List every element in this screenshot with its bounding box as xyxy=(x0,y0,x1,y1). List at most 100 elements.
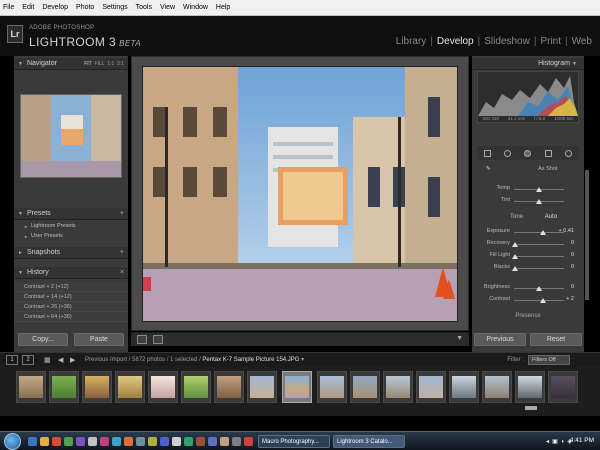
toolbar-menu-icon[interactable]: ▼ xyxy=(456,335,463,342)
eyedropper-icon[interactable]: ✎ xyxy=(486,166,491,172)
app-icon[interactable] xyxy=(196,437,205,446)
filmstrip-thumb[interactable] xyxy=(449,371,479,403)
before-after-icon[interactable] xyxy=(153,335,163,344)
filmstrip-thumb[interactable] xyxy=(16,371,46,403)
window-1-button[interactable]: 1 xyxy=(6,355,18,365)
module-slideshow[interactable]: Slideshow xyxy=(484,36,530,47)
back-arrow-icon[interactable]: ◀ xyxy=(58,356,63,364)
filmstrip-thumb[interactable] xyxy=(383,371,413,403)
app-icon[interactable] xyxy=(220,437,229,446)
list-item[interactable]: ► User Presets xyxy=(14,231,128,241)
app-icon[interactable] xyxy=(88,437,97,446)
collapse-triangle-icon[interactable]: ▼ xyxy=(572,61,577,67)
app-icon[interactable] xyxy=(64,437,73,446)
right-scrollbar[interactable] xyxy=(585,170,589,300)
taskbar-task-lightroom[interactable]: Lightroom 3 Catalo... xyxy=(333,435,405,448)
reset-button[interactable]: Reset xyxy=(530,333,582,346)
filmstrip-thumb[interactable] xyxy=(148,371,178,403)
menu-edit[interactable]: Edit xyxy=(22,4,34,11)
slider-exposure[interactable]: Exposure + 0.41 xyxy=(478,226,578,238)
slider-value[interactable]: + 2 xyxy=(566,296,574,302)
start-button[interactable] xyxy=(4,433,21,450)
collapse-triangle-icon[interactable]: ▼ xyxy=(18,270,23,276)
slider-knob[interactable] xyxy=(536,187,542,192)
history-item[interactable]: Contrast + 64 (+38) xyxy=(14,312,128,322)
slider-brightness[interactable]: Brightness 0 xyxy=(478,282,578,294)
volume-icon[interactable]: ◖ xyxy=(561,439,565,445)
white-balance-selector[interactable]: ✎ As Shot xyxy=(486,166,578,172)
slider-temp[interactable]: Temp xyxy=(478,183,578,195)
zoom-fill[interactable]: FILL xyxy=(95,61,105,67)
slider-blacks[interactable]: Blacks 0 xyxy=(478,262,578,274)
module-print[interactable]: Print xyxy=(540,36,561,47)
app-icon[interactable] xyxy=(100,437,109,446)
app-icon[interactable] xyxy=(112,437,121,446)
wb-preset[interactable]: As Shot xyxy=(538,166,557,172)
slider-track[interactable] xyxy=(514,232,564,233)
app-icon[interactable] xyxy=(136,437,145,446)
filmstrip-thumb[interactable] xyxy=(82,371,112,403)
slider-value[interactable]: 0 xyxy=(571,264,574,270)
menu-photo[interactable]: Photo xyxy=(76,4,94,11)
app-icon[interactable] xyxy=(76,437,85,446)
menu-file[interactable]: File xyxy=(3,4,14,11)
filmstrip-thumb-selected[interactable] xyxy=(282,371,312,403)
slider-knob[interactable] xyxy=(512,266,518,271)
module-develop[interactable]: Develop xyxy=(437,36,474,47)
paste-button[interactable]: Paste xyxy=(74,333,124,346)
app-icon[interactable] xyxy=(148,437,157,446)
add-snapshot-icon[interactable]: + xyxy=(120,249,124,256)
slider-knob[interactable] xyxy=(536,286,542,291)
filmstrip-source[interactable]: Previous Import / 5872 photos / 1 select… xyxy=(85,356,304,363)
slider-knob[interactable] xyxy=(512,254,518,259)
app-icon[interactable] xyxy=(184,437,193,446)
snapshots-header[interactable]: ► Snapshots + xyxy=(14,247,128,259)
filmstrip-thumb[interactable] xyxy=(247,371,277,403)
app-icon[interactable] xyxy=(232,437,241,446)
slider-tint[interactable]: Tint xyxy=(478,195,578,207)
slider-knob[interactable] xyxy=(540,230,546,235)
slider-track[interactable] xyxy=(514,244,564,245)
window-2-button[interactable]: 2 xyxy=(22,355,34,365)
slider-value[interactable]: + 0.41 xyxy=(559,228,574,234)
loupe-view-icon[interactable] xyxy=(137,335,147,344)
slider-knob[interactable] xyxy=(512,242,518,247)
zoom-3-1[interactable]: 3:1 xyxy=(117,61,124,67)
clear-history-icon[interactable]: × xyxy=(120,269,124,276)
slider-value[interactable]: 0 xyxy=(571,240,574,246)
crop-tool-icon[interactable] xyxy=(483,149,491,157)
copy-button[interactable]: Copy... xyxy=(18,333,68,346)
history-item[interactable]: Contrast + 2 (+12) xyxy=(14,282,128,292)
filmstrip-thumb[interactable] xyxy=(350,371,380,403)
zoom-fit[interactable]: FIT xyxy=(84,61,92,67)
app-icon[interactable] xyxy=(208,437,217,446)
filename-dropdown-icon[interactable]: ▾ xyxy=(301,357,304,363)
taskbar-task-macro-photography[interactable]: Macro Photography... xyxy=(258,435,330,448)
slider-value[interactable]: 0 xyxy=(571,284,574,290)
history-item[interactable]: Contrast + 14 (+12) xyxy=(14,292,128,302)
app-icon[interactable] xyxy=(172,437,181,446)
module-web[interactable]: Web xyxy=(572,36,592,47)
add-preset-icon[interactable]: + xyxy=(120,210,124,217)
spot-removal-icon[interactable] xyxy=(504,149,512,157)
slider-knob[interactable] xyxy=(540,298,546,303)
filmstrip-thumb[interactable] xyxy=(317,371,347,403)
filmstrip-thumb[interactable] xyxy=(416,371,446,403)
red-eye-icon[interactable] xyxy=(524,149,532,157)
navigator-header[interactable]: ▼ Navigator FIT FILL 1:1 3:1 xyxy=(14,58,128,70)
app-icon[interactable] xyxy=(124,437,133,446)
menu-window[interactable]: Window xyxy=(183,4,208,11)
app-icon[interactable] xyxy=(160,437,169,446)
collapse-triangle-icon[interactable]: ▼ xyxy=(18,61,23,67)
main-photo[interactable] xyxy=(142,66,458,322)
menu-tools[interactable]: Tools xyxy=(136,4,152,11)
grid-view-icon[interactable]: ▦ xyxy=(44,356,51,364)
filmstrip-thumb[interactable] xyxy=(49,371,79,403)
slider-value[interactable]: 0 xyxy=(571,252,574,258)
app-icon[interactable] xyxy=(244,437,253,446)
filmstrip-thumb[interactable] xyxy=(214,371,244,403)
history-header[interactable]: ▼ History × xyxy=(14,267,128,279)
presets-header[interactable]: ▼ Presets + xyxy=(14,208,128,220)
navigator-preview[interactable] xyxy=(20,94,122,178)
taskbar-clock[interactable]: 4:41 PM xyxy=(570,437,594,444)
